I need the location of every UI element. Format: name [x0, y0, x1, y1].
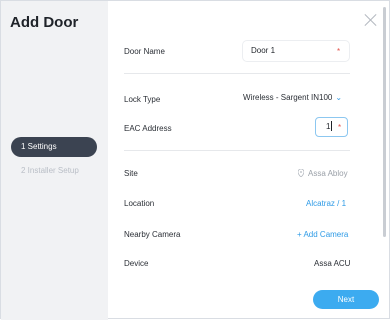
- door-name-label: Door Name: [124, 47, 165, 56]
- eac-required-mark: *: [338, 123, 342, 132]
- eac-address-label: EAC Address: [124, 124, 172, 133]
- eac-address-value: 1: [326, 122, 331, 131]
- wizard-sidebar: Add Door 1 Settings 2 Installer Setup: [1, 1, 108, 320]
- site-label: Site: [124, 169, 138, 178]
- device-label: Device: [124, 259, 149, 268]
- device-value: Assa ACU: [314, 259, 351, 268]
- add-camera-link[interactable]: + Add Camera: [297, 230, 348, 239]
- add-door-dialog: Add Door 1 Settings 2 Installer Setup Do…: [0, 0, 390, 320]
- map-pin-icon: [298, 169, 304, 177]
- step-settings[interactable]: 1 Settings: [11, 137, 97, 157]
- divider: [124, 150, 350, 151]
- step-installer-setup[interactable]: 2 Installer Setup: [21, 166, 79, 175]
- next-button[interactable]: Next: [313, 290, 379, 309]
- dialog-title: Add Door: [10, 14, 79, 31]
- door-name-required-mark: *: [337, 47, 341, 56]
- nearby-camera-label: Nearby Camera: [124, 230, 181, 239]
- site-value: Assa Abloy: [308, 169, 348, 178]
- location-link[interactable]: Alcatraz / 1: [306, 199, 346, 208]
- text-cursor: [331, 121, 333, 131]
- lock-type-value: Wireless - Sargent IN100: [243, 93, 333, 102]
- eac-address-input[interactable]: 1: [315, 117, 348, 137]
- lock-type-label: Lock Type: [124, 95, 161, 104]
- door-name-input[interactable]: Door 1: [243, 41, 349, 61]
- lock-type-select[interactable]: Wireless - Sargent IN100 ⌄: [243, 93, 342, 102]
- chevron-down-icon: ⌄: [335, 93, 343, 102]
- scrollbar-thumb[interactable]: [383, 7, 386, 237]
- site-value-group: Assa Abloy: [298, 169, 348, 178]
- location-label: Location: [124, 199, 155, 208]
- divider: [124, 73, 350, 74]
- close-icon[interactable]: [364, 13, 378, 27]
- door-name-value: Door 1: [251, 46, 276, 55]
